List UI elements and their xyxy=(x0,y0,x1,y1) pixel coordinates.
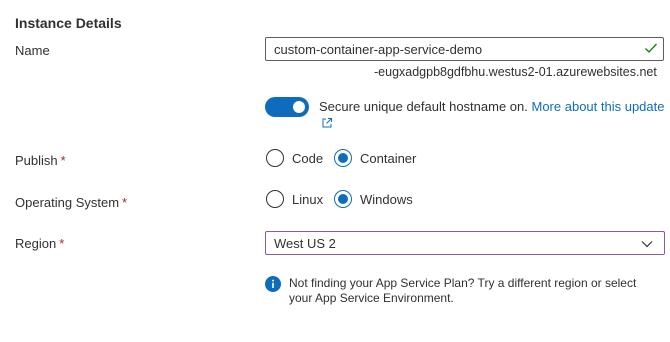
name-input[interactable]: custom-container-app-service-demo xyxy=(265,37,664,61)
os-linux-radio[interactable] xyxy=(266,190,284,208)
required-marker: * xyxy=(60,153,66,168)
name-input-value: custom-container-app-service-demo xyxy=(274,42,483,57)
publish-container-radio[interactable] xyxy=(334,149,352,167)
region-dropdown[interactable]: West US 2 xyxy=(265,231,665,255)
region-label: Region * xyxy=(15,236,64,251)
publish-code-label[interactable]: Code xyxy=(292,151,323,166)
region-info-message: Not finding your App Service Plan? Try a… xyxy=(289,276,649,306)
chevron-down-icon xyxy=(641,241,653,248)
publish-label: Publish * xyxy=(15,153,66,168)
publish-container-label[interactable]: Container xyxy=(360,151,416,166)
external-link-icon[interactable] xyxy=(321,117,333,129)
section-title: Instance Details xyxy=(15,15,122,31)
info-icon xyxy=(265,276,281,292)
secure-hostname-text: Secure unique default hostname on. More … xyxy=(319,99,664,114)
checkmark-icon xyxy=(645,43,657,53)
publish-code-radio[interactable] xyxy=(266,149,284,167)
os-linux-label[interactable]: Linux xyxy=(292,192,323,207)
region-info-line-2: your App Service Environment. xyxy=(289,291,454,305)
region-selected-value: West US 2 xyxy=(274,236,336,251)
publish-label-text: Publish xyxy=(15,153,58,168)
name-label: Name xyxy=(15,43,50,58)
os-windows-label[interactable]: Windows xyxy=(360,192,413,207)
required-marker: * xyxy=(122,195,128,210)
secure-hostname-label: Secure unique default hostname on. xyxy=(319,99,528,114)
os-windows-radio[interactable] xyxy=(334,190,352,208)
secure-hostname-toggle[interactable] xyxy=(265,97,309,117)
region-label-text: Region xyxy=(15,236,57,251)
os-label-text: Operating System xyxy=(15,195,120,210)
more-about-update-link[interactable]: More about this update xyxy=(532,99,665,114)
required-marker: * xyxy=(59,236,65,251)
toggle-knob xyxy=(293,101,305,113)
name-domain-suffix: -eugxadgpb8gdfbhu.westus2-01.azurewebsit… xyxy=(374,65,657,79)
os-label: Operating System * xyxy=(15,195,127,210)
region-info-line-1: Not finding your App Service Plan? Try a… xyxy=(289,276,637,290)
